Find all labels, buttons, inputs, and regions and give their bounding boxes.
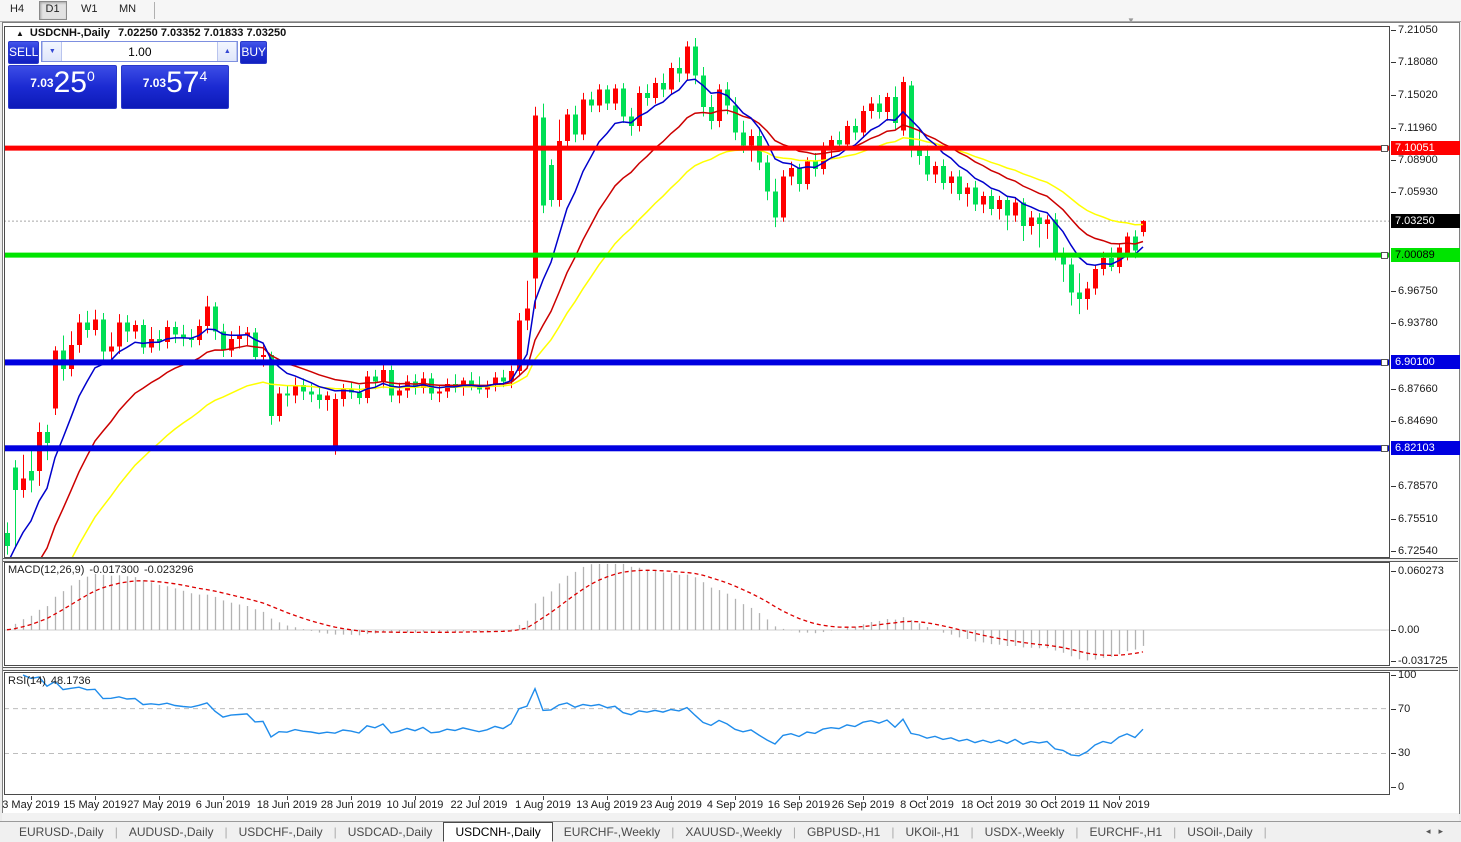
- tab-usdcad-daily[interactable]: USDCAD-,Daily: [337, 822, 444, 841]
- price-axis-tick: [1391, 551, 1396, 552]
- date-axis-label: 11 Nov 2019: [1074, 799, 1164, 811]
- price-axis-tick: [1391, 486, 1396, 487]
- price-axis-tick-label: 7.21050: [1398, 24, 1438, 36]
- hline-handle[interactable]: [1381, 359, 1388, 366]
- price-axis-tick-label: 6.93780: [1398, 317, 1438, 329]
- rsi-label: RSI(14) 48.1736: [8, 675, 96, 687]
- price-axis-tick: [1391, 389, 1396, 390]
- price-axis-tick: [1391, 160, 1396, 161]
- macd-axis-tick: [1391, 630, 1396, 631]
- hline-handle[interactable]: [1381, 252, 1388, 259]
- tab-usdx-weekly[interactable]: USDX-,Weekly: [974, 822, 1076, 841]
- price-axis-tick-label: 6.78570: [1398, 480, 1438, 492]
- price-axis-tick: [1391, 519, 1396, 520]
- price-axis-tick-label: 6.96750: [1398, 285, 1438, 297]
- macd-axis-tick: [1391, 661, 1396, 662]
- hline-price-badge: 7.00089: [1391, 248, 1460, 262]
- tab-scroll-right-icon[interactable]: ▸: [1438, 826, 1451, 836]
- price-axis-tick-label: 7.18080: [1398, 56, 1438, 68]
- tab-eurchf-h1[interactable]: EURCHF-,H1: [1079, 822, 1174, 841]
- timeframe-button-h4[interactable]: H4: [3, 1, 31, 20]
- rsi-axis-tick: [1391, 787, 1396, 788]
- rsi-axis-tick-label: 30: [1398, 747, 1410, 759]
- tab-ukoil-h1[interactable]: UKOil-,H1: [894, 822, 970, 841]
- macd-signal-value: -0.023296: [144, 564, 194, 576]
- rsi-axis-tick: [1391, 675, 1396, 676]
- price-axis-tick: [1391, 62, 1396, 63]
- timeframe-button-w1[interactable]: W1: [74, 1, 105, 20]
- price-axis-tick: [1391, 128, 1396, 129]
- rsi-axis-tick-label: 100: [1398, 669, 1416, 681]
- chart-tab-bar: EURUSD-,Daily|AUDUSD-,Daily|USDCHF-,Dail…: [0, 821, 1461, 842]
- rsi-value: 48.1736: [51, 675, 91, 687]
- macd-label: MACD(12,26,9) -0.017300 -0.023296: [8, 564, 199, 576]
- tab-xauusd-weekly[interactable]: XAUUSD-,Weekly: [674, 822, 792, 841]
- tab-usdchf-daily[interactable]: USDCHF-,Daily: [228, 822, 334, 841]
- rsi-axis-tick: [1391, 709, 1396, 710]
- price-axis-tick-label: 7.11960: [1398, 122, 1437, 134]
- macd-indicator-pane[interactable]: [4, 562, 1390, 666]
- tab-separator: |: [1264, 822, 1267, 839]
- price-axis-tick-label: 6.84690: [1398, 415, 1438, 427]
- price-axis-tick: [1391, 291, 1396, 292]
- main-price-chart[interactable]: [4, 26, 1390, 558]
- price-axis-tick-label: 7.15020: [1398, 89, 1438, 101]
- rsi-axis-tick-label: 0: [1398, 781, 1404, 793]
- current-price-badge: 7.03250: [1391, 214, 1460, 228]
- hline-price-badge: 6.90100: [1391, 355, 1460, 369]
- timeframe-toolbar: H4 D1 W1 MN: [0, 0, 1461, 22]
- rsi-name: RSI(14): [8, 675, 46, 687]
- macd-name: MACD(12,26,9): [8, 564, 84, 576]
- chart-end-marker-icon[interactable]: ▼: [1127, 16, 1135, 25]
- rsi-pane-separator[interactable]: [3, 667, 1458, 671]
- tab-scroll-arrows: ◂▸: [1426, 826, 1451, 837]
- macd-axis-tick-label: -0.031725: [1398, 655, 1448, 667]
- rsi-indicator-pane[interactable]: [4, 672, 1390, 795]
- tab-scroll-left-icon[interactable]: ◂: [1426, 826, 1439, 836]
- price-axis-tick: [1391, 30, 1396, 31]
- tab-gbpusd-h1[interactable]: GBPUSD-,H1: [796, 822, 891, 841]
- macd-axis-tick-label: 0.00: [1398, 624, 1419, 636]
- price-axis-tick: [1391, 421, 1396, 422]
- price-axis-tick: [1391, 323, 1396, 324]
- tab-eurchf-weekly[interactable]: EURCHF-,Weekly: [553, 822, 671, 841]
- price-axis-tick-label: 6.75510: [1398, 513, 1438, 525]
- price-axis-tick: [1391, 95, 1396, 96]
- price-axis-tick-label: 7.08900: [1398, 154, 1438, 166]
- hline-handle[interactable]: [1381, 145, 1388, 152]
- horizontal-scrollbar[interactable]: [2, 813, 1459, 821]
- tab-usoil-daily[interactable]: USOil-,Daily: [1176, 822, 1263, 841]
- price-axis-tick-label: 7.05930: [1398, 186, 1438, 198]
- tab-usdcnh-daily[interactable]: USDCNH-,Daily: [443, 822, 552, 842]
- tab-audusd-daily[interactable]: AUDUSD-,Daily: [118, 822, 225, 841]
- hline-price-badge: 7.10051: [1391, 141, 1460, 155]
- timeframe-button-d1[interactable]: D1: [39, 1, 67, 20]
- price-axis-tick-label: 6.87660: [1398, 383, 1438, 395]
- macd-axis-tick: [1391, 571, 1396, 572]
- hline-handle[interactable]: [1381, 445, 1388, 452]
- timeframe-button-mn[interactable]: MN: [112, 1, 143, 20]
- rsi-axis-tick: [1391, 753, 1396, 754]
- toolbar-separator: [154, 2, 155, 19]
- price-axis-tick-label: 6.72540: [1398, 545, 1438, 557]
- tab-eurusd-daily[interactable]: EURUSD-,Daily: [8, 822, 115, 841]
- macd-main-value: -0.017300: [89, 564, 139, 576]
- rsi-axis-tick-label: 70: [1398, 703, 1410, 715]
- macd-axis-tick-label: 0.060273: [1398, 565, 1444, 577]
- price-axis-tick: [1391, 192, 1396, 193]
- trading-terminal: H4 D1 W1 MN ▼ ▲USDCNH-,Daily7.02250 7.03…: [0, 0, 1461, 842]
- hline-price-badge: 6.82103: [1391, 441, 1460, 455]
